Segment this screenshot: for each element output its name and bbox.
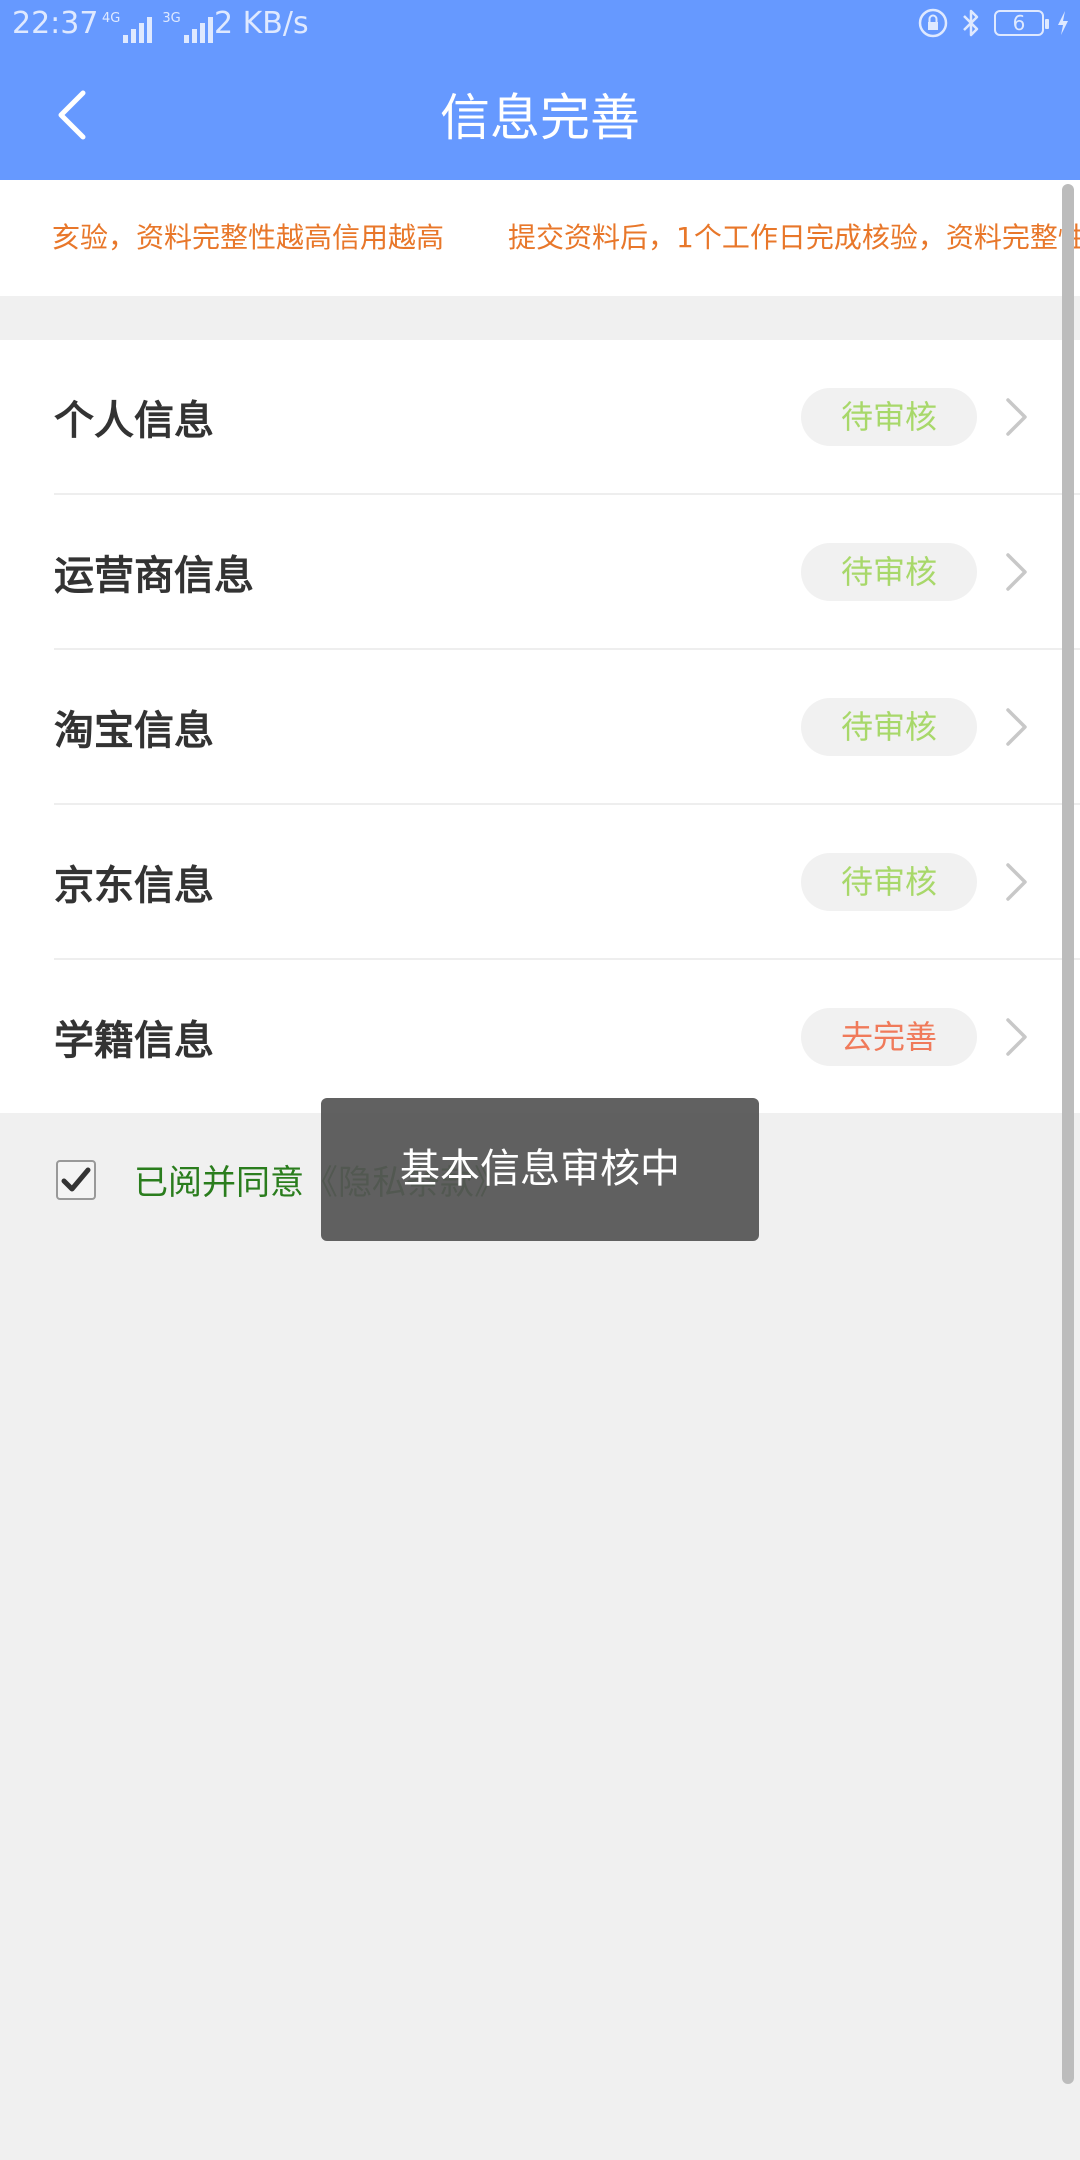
- signal-icon: 4G: [102, 11, 153, 43]
- signal-indicators: 4G 3G: [102, 12, 213, 43]
- battery-icon: 6: [994, 10, 1049, 36]
- scrollbar[interactable]: [1062, 184, 1074, 2084]
- notice-segment-2: 提交资料后，1个工作日完成核验，资料完整性: [508, 221, 1080, 254]
- battery-level: 6: [1012, 11, 1026, 35]
- info-list: 个人信息 待审核 运营商信息 待审核 淘宝信息 待审核 京东信息 待审核 学籍信…: [0, 340, 1080, 1113]
- item-label: 淘宝信息: [54, 708, 214, 754]
- item-label: 学籍信息: [54, 1018, 214, 1064]
- status-badge: 待审核: [801, 698, 977, 756]
- item-label: 个人信息: [54, 398, 214, 444]
- list-item-carrier-info[interactable]: 运营商信息 待审核: [54, 495, 1080, 650]
- status-badge: 待审核: [801, 543, 977, 601]
- toast-message: 基本信息审核中: [321, 1098, 759, 1241]
- agreement-checkbox[interactable]: [56, 1159, 96, 1200]
- status-badge: 待审核: [801, 388, 977, 446]
- status-badge: 去完善: [801, 1008, 977, 1066]
- rotation-lock-icon: [918, 8, 948, 38]
- item-label: 运营商信息: [54, 553, 254, 599]
- checkmark-icon: [61, 1167, 91, 1191]
- charging-icon: [1058, 11, 1068, 35]
- status-right-icons: 6: [918, 8, 1070, 38]
- list-item-taobao-info[interactable]: 淘宝信息 待审核: [54, 650, 1080, 805]
- status-badge: 待审核: [801, 853, 977, 911]
- network-speed: 2 KB/s: [214, 6, 309, 41]
- status-time: 22:37: [12, 6, 99, 41]
- app-header: 22:37 4G 3G 2 KB/s 6 信息完善: [0, 0, 1080, 180]
- signal-icon: 3G: [162, 11, 213, 43]
- list-item-personal-info[interactable]: 个人信息 待审核: [54, 340, 1080, 495]
- chevron-right-icon: [1006, 863, 1027, 901]
- signal-2-label: 3G: [162, 11, 181, 26]
- chevron-right-icon: [1006, 553, 1027, 591]
- bluetooth-icon: [963, 9, 979, 37]
- list-item-student-info[interactable]: 学籍信息 去完善: [54, 960, 1080, 1113]
- chevron-right-icon: [1006, 398, 1027, 436]
- chevron-right-icon: [1006, 1018, 1027, 1056]
- page-title: 信息完善: [440, 89, 640, 147]
- item-label: 京东信息: [54, 863, 214, 909]
- list-item-jd-info[interactable]: 京东信息 待审核: [54, 805, 1080, 960]
- notice-marquee: 亥验，资料完整性越高信用越高 提交资料后，1个工作日完成核验，资料完整性: [0, 180, 1080, 296]
- signal-1-label: 4G: [102, 11, 121, 26]
- status-bar: 22:37 4G 3G 2 KB/s 6: [0, 0, 1080, 56]
- chevron-right-icon: [1006, 708, 1027, 746]
- notice-segment-1: 亥验，资料完整性越高信用越高: [52, 221, 445, 254]
